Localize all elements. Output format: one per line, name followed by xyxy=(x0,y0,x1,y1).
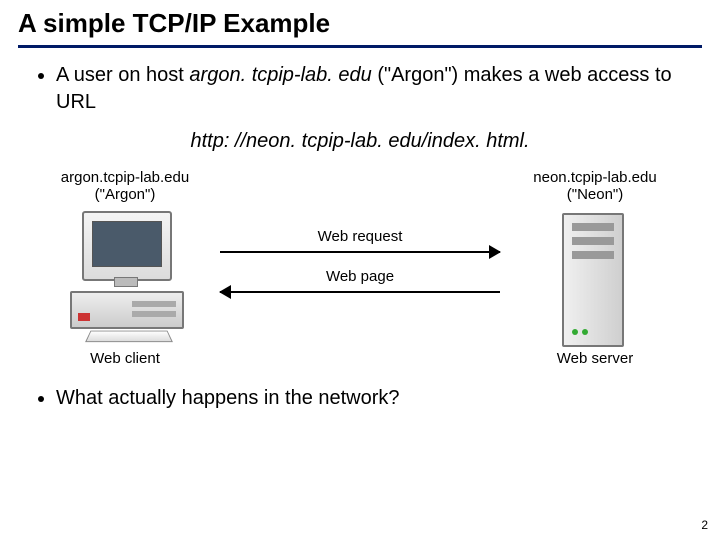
left-role: Web client xyxy=(40,349,210,369)
server-icon xyxy=(562,213,624,347)
slide: A simple TCP/IP Example A user on host a… xyxy=(0,0,720,540)
right-host-line2: ("Neon") xyxy=(567,186,624,203)
left-host-label: argon.tcpip-lab.edu ("Argon") xyxy=(40,169,210,204)
right-role: Web server xyxy=(510,349,680,369)
diagram: argon.tcpip-lab.edu ("Argon") neon.tcpip… xyxy=(40,169,680,369)
right-host-line1: neon.tcpip-lab.edu xyxy=(533,169,656,186)
bullet-list-2: What actually happens in the network? xyxy=(56,385,690,412)
slide-title: A simple TCP/IP Example xyxy=(0,0,720,45)
title-rule xyxy=(18,45,702,48)
bullet-1-host: argon. tcpip-lab. edu xyxy=(189,64,371,86)
arrow-request: Web request xyxy=(220,247,500,257)
bullet-1-pre: A user on host xyxy=(56,64,189,86)
bullet-list-1: A user on host argon. tcpip-lab. edu ("A… xyxy=(56,62,690,116)
bullet-2: What actually happens in the network? xyxy=(56,385,690,412)
client-computer-icon xyxy=(70,211,180,341)
arrow-response: Web page xyxy=(220,287,500,297)
page-number: 2 xyxy=(701,518,708,532)
arrow-group: Web request Web page xyxy=(220,247,500,327)
arrow-request-label: Web request xyxy=(220,227,500,247)
right-host-label: neon.tcpip-lab.edu ("Neon") xyxy=(510,169,680,204)
left-host-line2: ("Argon") xyxy=(95,186,156,203)
slide-body: A user on host argon. tcpip-lab. edu ("A… xyxy=(0,62,720,412)
bullet-1: A user on host argon. tcpip-lab. edu ("A… xyxy=(56,62,690,116)
url-line: http: //neon. tcpip-lab. edu/index. html… xyxy=(30,128,690,155)
arrow-response-label: Web page xyxy=(220,267,500,287)
left-host-line1: argon.tcpip-lab.edu xyxy=(61,169,189,186)
